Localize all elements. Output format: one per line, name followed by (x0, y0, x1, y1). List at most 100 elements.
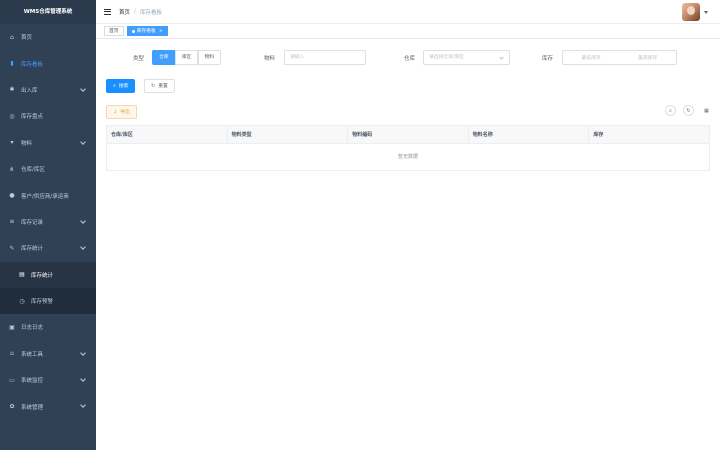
sidebar-item-label: 系统监控 (21, 378, 44, 385)
stock-label: 库存 (542, 56, 554, 62)
sidebar-item-3[interactable]: ✿ 系统管理 (0, 393, 96, 419)
type-radio-group: 仓库 库区 物料 (152, 50, 222, 65)
sidebar-item-2[interactable]: ✱ 出入库 (0, 77, 96, 103)
material-input[interactable] (284, 50, 366, 65)
sidebar-item-4[interactable]: ▾ 物料 (0, 130, 96, 156)
list-icon: ≡ (9, 218, 15, 226)
sidebar: WMS仓库管理系统 ⌂ 首页 ▮ 库存看板 ✱ 出入库 ◎ 库存盘点 ▾ 物料 ⋔ 仓库/库区 ● 客户/… (0, 0, 96, 450)
sidebar-item-0[interactable]: ▣ 日志日志 (0, 314, 96, 340)
sidebar-item-8[interactable]: ✎ 库存统计 (0, 235, 96, 261)
column-header-material-code[interactable]: 物料编码 (348, 126, 469, 143)
type-option-warehouse[interactable]: 仓库 (152, 50, 176, 65)
clock-icon: ◷ (19, 297, 25, 305)
tag-inventory-board[interactable]: 库存看板 × (126, 26, 168, 36)
warehouse-select[interactable]: 请选择仓库/库区 (423, 50, 510, 65)
avatar[interactable] (682, 3, 700, 21)
sidebar-item-label: 库存看板 (21, 61, 44, 68)
hamburger-icon[interactable] (104, 8, 111, 15)
breadcrumb-home[interactable]: 首页 (119, 8, 130, 16)
gear-icon: ✱ (9, 86, 15, 94)
column-header-material-name[interactable]: 物料名称 (469, 126, 590, 143)
grid-icon: ▦ (704, 107, 709, 114)
submenu-item-1[interactable]: ◷ 库存预警 (0, 288, 96, 314)
breadcrumb-separator: / (134, 8, 137, 15)
refresh-button[interactable]: ↻ (683, 105, 694, 116)
app-logo-title[interactable]: WMS仓库管理系统 (0, 0, 96, 24)
sidebar-item-label: 日志日志 (21, 325, 44, 332)
settings-icon: ✿ (9, 403, 15, 411)
reset-button[interactable]: ↻ 重置 (144, 79, 175, 93)
search-button[interactable]: ⌕ 搜索 (106, 79, 136, 93)
user-icon: ● (9, 192, 15, 200)
column-header-material-type[interactable]: 物料类型 (228, 126, 349, 143)
stock-min-input[interactable]: 最低库存 (563, 54, 620, 61)
download-icon: ↓ (113, 108, 118, 115)
edit-icon: ✎ (9, 244, 15, 252)
chevron-down-icon (80, 349, 86, 356)
filter-form: 类型 仓库 库区 物料 物料 仓库 请选择仓库/库区 库存 最低库存 最高库存 (96, 50, 720, 66)
sidebar-item-label: 库存预警 (31, 299, 54, 306)
close-icon[interactable]: × (159, 27, 163, 36)
type-label: 类型 (133, 56, 145, 62)
export-button[interactable]: ↓ 导出 (106, 105, 137, 119)
column-header-warehouse[interactable]: 仓库/库区 (107, 126, 228, 143)
chevron-down-icon (80, 376, 86, 382)
stock-max-input[interactable]: 最高库存 (620, 54, 677, 61)
sidebar-item-2[interactable]: ▭ 系统监控 (0, 367, 96, 393)
sidebar-item-1[interactable]: ▮ 库存看板 (0, 50, 96, 76)
search-icon: ⌕ (669, 107, 672, 114)
refresh-icon: ↻ (686, 107, 691, 114)
search-icon: ⌕ (113, 82, 116, 89)
monitor-icon: ▭ (9, 376, 15, 384)
inventory-table: 仓库/库区 物料类型 物料编码 物料名称 库存 暂无数据 (106, 125, 710, 171)
search-toggle-button[interactable]: ⌕ (665, 105, 676, 116)
stock-range: 最低库存 最高库存 (562, 50, 677, 65)
main-content: 类型 仓库 库区 物料 物料 仓库 请选择仓库/库区 库存 最低库存 最高库存 … (96, 39, 720, 450)
sidebar-item-label: 库存记录 (21, 219, 44, 226)
sidebar-item-6[interactable]: ● 客户/供应商/承运商 (0, 182, 96, 208)
material-label: 物料 (264, 56, 276, 62)
sidebar-item-0[interactable]: ⌂ 首页 (0, 24, 96, 50)
table-header: 仓库/库区 物料类型 物料编码 物料名称 库存 (107, 126, 709, 144)
sidebar-item-label: 首页 (21, 35, 33, 42)
tool-icon: ⌂ (10, 350, 14, 358)
tag-label: 首页 (109, 28, 119, 34)
search-button-label: 搜索 (118, 83, 129, 89)
cart-icon: ▾ (10, 139, 14, 147)
sidebar-item-label: 系统工具 (21, 351, 44, 358)
warehouse-label: 仓库 (404, 56, 416, 62)
reset-button-label: 重置 (158, 83, 168, 89)
columns-button[interactable]: ▦ (701, 105, 712, 116)
submenu-inventory-stats: ▤ 库存统计 ◷ 库存预警 (0, 261, 96, 315)
refresh-icon: ↻ (151, 82, 156, 89)
sidebar-item-label: 库存统计 (21, 246, 44, 253)
sidebar-item-label: 库存盘点 (21, 114, 44, 121)
active-dot-icon (131, 29, 135, 33)
sidebar-item-label: 物料 (21, 140, 33, 147)
warehouse-select-placeholder: 请选择仓库/库区 (429, 55, 465, 60)
type-option-area[interactable]: 库区 (174, 50, 199, 65)
doc-icon: ▤ (19, 271, 25, 279)
caret-down-icon[interactable] (704, 11, 708, 14)
navbar: 首页 / 库存看板 (96, 0, 720, 24)
sidebar-item-label: 客户/供应商/承运商 (21, 193, 69, 200)
type-option-material[interactable]: 物料 (197, 50, 222, 65)
sidebar-item-5[interactable]: ⋔ 仓库/库区 (0, 156, 96, 182)
circle-icon: ◎ (9, 112, 15, 120)
sidebar-item-label: 出入库 (21, 87, 38, 94)
log-icon: ▣ (9, 323, 15, 331)
sidebar-item-7[interactable]: ≡ 库存记录 (0, 209, 96, 235)
chart-icon: ▮ (10, 60, 14, 68)
column-header-stock[interactable]: 库存 (589, 126, 709, 143)
tag-home[interactable]: 首页 (104, 26, 124, 36)
submenu-item-0[interactable]: ▤ 库存统计 (0, 261, 96, 288)
chevron-down-icon (80, 217, 86, 224)
breadcrumb-current: 库存看板 (140, 9, 163, 16)
tree-icon: ⋔ (9, 165, 15, 173)
table-empty-text: 暂无数据 (397, 154, 418, 160)
sidebar-menu: ⌂ 首页 ▮ 库存看板 ✱ 出入库 ◎ 库存盘点 ▾ 物料 ⋔ 仓库/库区 ● 客户/供应商/承运商 ≡ 库存… (0, 24, 96, 420)
tags-view: 首页 库存看板 × (96, 24, 720, 39)
sidebar-item-3[interactable]: ◎ 库存盘点 (0, 103, 96, 129)
sidebar-item-label: 系统管理 (21, 404, 44, 411)
sidebar-item-1[interactable]: ⌂ 系统工具 (0, 341, 96, 367)
